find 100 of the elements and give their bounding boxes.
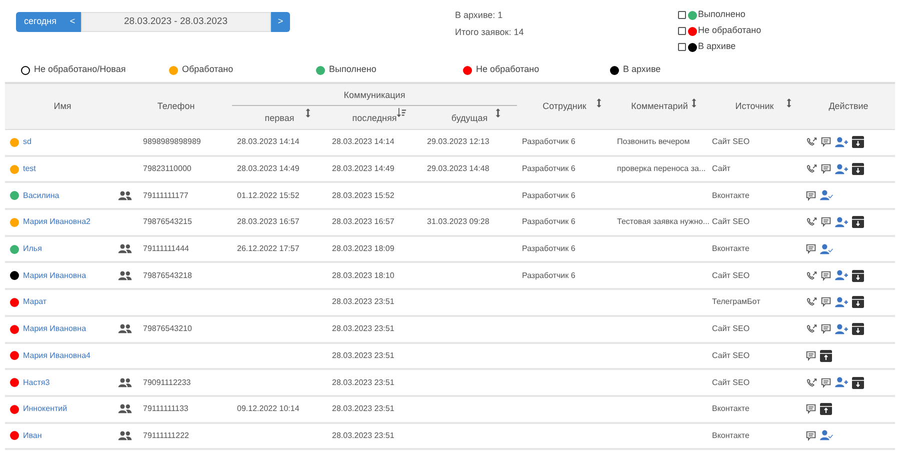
- column-header[interactable]: Сотрудник: [542, 100, 586, 114]
- sort-icon[interactable]: [596, 98, 602, 108]
- sort-icon[interactable]: [691, 98, 697, 108]
- archive-down-icon[interactable]: [852, 216, 864, 228]
- sort-descending-icon[interactable]: [396, 108, 406, 118]
- column-header[interactable]: Имя: [54, 100, 72, 114]
- table-cell: 79111111133: [143, 404, 188, 414]
- comment-icon[interactable]: [821, 378, 831, 388]
- archive-down-icon[interactable]: [852, 296, 864, 308]
- phone-icon[interactable]: [806, 324, 817, 334]
- comment-icon[interactable]: [806, 430, 816, 441]
- next-button[interactable]: >: [271, 12, 290, 32]
- prev-button[interactable]: <: [64, 12, 80, 32]
- checkbox[interactable]: [678, 43, 686, 51]
- table-cell: Позвонить вечером: [617, 137, 690, 146]
- name-link[interactable]: Иннокентий: [23, 403, 68, 416]
- add-user-icon[interactable]: [835, 296, 848, 308]
- today-button[interactable]: сегодня: [16, 12, 64, 32]
- checkbox[interactable]: [678, 27, 686, 35]
- column-header[interactable]: будущая: [451, 112, 488, 125]
- column-header[interactable]: Источник: [735, 100, 774, 114]
- add-user-icon[interactable]: [835, 377, 848, 388]
- user-check-icon[interactable]: [820, 190, 833, 202]
- name-link[interactable]: Марат: [23, 296, 47, 308]
- name-link[interactable]: test: [23, 163, 36, 176]
- phone-icon[interactable]: [806, 137, 817, 148]
- user-check-icon[interactable]: [820, 244, 833, 255]
- comment-icon[interactable]: [806, 404, 816, 414]
- column-header[interactable]: первая: [264, 112, 294, 125]
- date-range-field[interactable]: 28.03.2023 - 28.03.2023: [80, 12, 271, 32]
- table-cell: 26.12.2022 17:57: [237, 244, 300, 254]
- table-cell: 79876543210: [143, 324, 192, 334]
- checkbox[interactable]: [678, 11, 686, 19]
- comment-icon[interactable]: [821, 217, 831, 228]
- name-link[interactable]: Настя3: [23, 376, 50, 389]
- add-user-icon[interactable]: [835, 164, 848, 175]
- table-cell: 09.12.2022 10:14: [237, 404, 300, 414]
- name-link[interactable]: Илья: [23, 243, 42, 256]
- comment-icon[interactable]: [806, 350, 816, 361]
- comment-icon[interactable]: [806, 190, 816, 201]
- comment-icon[interactable]: [821, 164, 831, 174]
- name-link[interactable]: Мария Ивановна: [23, 270, 86, 282]
- comment-icon[interactable]: [806, 244, 816, 254]
- table-cell: 28.03.2023 15:52: [332, 190, 394, 200]
- table-cell: Разработчик 6: [522, 137, 576, 146]
- table-cell: 28.03.2023 14:49: [332, 164, 394, 174]
- archive-down-icon[interactable]: [852, 270, 864, 282]
- sort-icon[interactable]: [305, 108, 311, 118]
- add-user-icon[interactable]: [835, 270, 848, 282]
- stat-text: В архиве: 1: [455, 10, 504, 21]
- column-header[interactable]: Действие: [828, 100, 868, 114]
- phone-icon[interactable]: [806, 378, 817, 388]
- table-cell: Разработчик 6: [522, 244, 576, 254]
- name-link[interactable]: Мария Ивановна: [23, 323, 86, 336]
- comment-icon[interactable]: [821, 137, 831, 148]
- archive-up-icon[interactable]: [820, 403, 832, 416]
- table-cell: 01.12.2022 15:52: [237, 190, 300, 200]
- table-cell: Сайт SEO: [712, 324, 750, 334]
- name-link[interactable]: Мария Ивановна2: [23, 216, 90, 228]
- legend-label: Обработано: [182, 63, 234, 76]
- phone-icon[interactable]: [806, 297, 817, 308]
- comment-icon[interactable]: [821, 297, 831, 308]
- column-header[interactable]: Комментарий: [631, 100, 688, 114]
- archive-down-icon[interactable]: [852, 136, 864, 148]
- legend-label: Не обработано: [476, 63, 540, 76]
- add-user-icon[interactable]: [835, 216, 848, 228]
- table-cell: 79876543215: [143, 217, 192, 226]
- name-link[interactable]: Иван: [23, 430, 42, 442]
- phone-icon[interactable]: [806, 270, 817, 281]
- add-user-icon[interactable]: [835, 324, 848, 335]
- phone-icon[interactable]: [806, 217, 817, 228]
- add-user-icon[interactable]: [835, 136, 848, 148]
- archive-down-icon[interactable]: [852, 376, 864, 389]
- archive-down-icon[interactable]: [852, 323, 864, 336]
- table-cell: Вконтакте: [712, 430, 750, 440]
- table-cell: Разработчик 6: [522, 270, 576, 280]
- sort-icon[interactable]: [786, 98, 792, 108]
- table-cell: 28.03.2023 18:09: [332, 244, 394, 254]
- user-check-icon[interactable]: [820, 430, 833, 442]
- phone-icon[interactable]: [806, 164, 817, 174]
- table-cell: Сайт SEO: [712, 378, 750, 387]
- archive-up-icon[interactable]: [820, 350, 832, 362]
- table-cell: ТелеграмБот: [712, 297, 760, 306]
- legend-label: Не обработано/Новая: [34, 63, 126, 76]
- table-cell: Вконтакте: [712, 404, 750, 414]
- table-cell: 29.03.2023 14:48: [427, 164, 490, 174]
- archive-down-icon[interactable]: [852, 163, 864, 176]
- checkbox-label: Выполнено: [698, 8, 746, 22]
- sort-icon[interactable]: [495, 108, 501, 118]
- column-header[interactable]: Телефон: [157, 100, 195, 114]
- table-cell: Сайт SEO: [712, 137, 750, 146]
- comment-icon[interactable]: [821, 270, 831, 281]
- table-cell: 28.03.2023 16:57: [332, 217, 394, 226]
- table-cell: 28.03.2023 23:51: [332, 297, 394, 306]
- comment-icon[interactable]: [821, 324, 831, 334]
- table-cell: 28.03.2023 23:51: [332, 324, 394, 334]
- name-link[interactable]: Мария Ивановна4: [23, 350, 90, 362]
- column-header[interactable]: последняя: [352, 112, 397, 125]
- name-link[interactable]: sd: [23, 136, 32, 148]
- name-link[interactable]: Василина: [23, 190, 60, 202]
